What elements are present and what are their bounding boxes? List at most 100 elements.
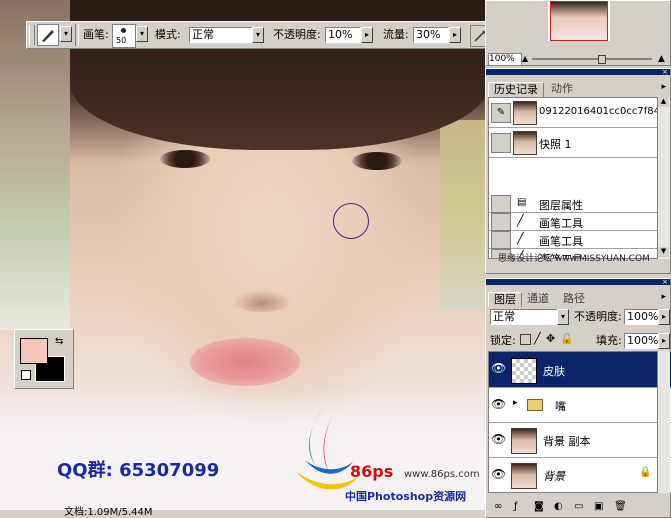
history-snapshot-row[interactable]: ✎ 09122016401cc0cc7f845... bbox=[489, 98, 657, 128]
panel-menu-icon[interactable]: ▸ bbox=[661, 82, 666, 92]
expand-arrow-icon[interactable]: ▸ bbox=[513, 398, 518, 408]
history-panel: × 历史记录 动作 ▸ ✎ 09122016401cc0cc7f845... 快… bbox=[485, 68, 671, 274]
adjustment-layer-icon[interactable]: ◐ bbox=[554, 501, 563, 512]
layer-row-skin[interactable]: 👁 皮肤 bbox=[489, 352, 671, 388]
brush-picker-dropdown[interactable]: ▾ bbox=[136, 26, 148, 42]
fill-input[interactable]: 100% bbox=[624, 333, 660, 349]
panel-menu-icon[interactable]: ▸ bbox=[661, 292, 666, 302]
lock-icon: 🔒 bbox=[639, 467, 652, 478]
history-brush-source-icon[interactable]: ✎ bbox=[491, 103, 511, 123]
opacity-label: 不透明度: bbox=[273, 28, 321, 41]
layer-name: 背景 副本 bbox=[543, 435, 591, 448]
flow-slider-arrow[interactable]: ▸ bbox=[449, 27, 461, 43]
layer-row-background[interactable]: 👁 背景 🔒 bbox=[489, 458, 671, 492]
history-scrollbar[interactable]: ▲ ▼ bbox=[657, 97, 670, 259]
history-source-box[interactable] bbox=[491, 213, 511, 231]
layer-name: 皮肤 bbox=[543, 365, 565, 378]
fill-value: 100% bbox=[627, 334, 659, 347]
layer-mask-icon[interactable]: ◙ bbox=[534, 501, 544, 512]
navigator-view-box[interactable] bbox=[550, 1, 608, 41]
history-state-row[interactable]: ▤ 图层属性 bbox=[489, 195, 657, 213]
close-icon[interactable]: × bbox=[662, 278, 668, 286]
history-brush-source-box[interactable] bbox=[491, 133, 511, 153]
default-colors-icon[interactable] bbox=[21, 370, 31, 380]
swap-colors-icon[interactable]: ⇆ bbox=[55, 336, 63, 347]
blend-mode-select[interactable]: 正常 bbox=[490, 309, 558, 325]
layers-scrollbar[interactable] bbox=[657, 351, 670, 493]
layer-thumbnail bbox=[511, 463, 537, 489]
zoom-in-icon[interactable]: ▲ bbox=[658, 54, 665, 64]
photo-left-eye bbox=[160, 150, 210, 168]
visibility-eye-icon[interactable]: 👁 bbox=[491, 397, 506, 411]
layer-opacity-label: 不透明度: bbox=[574, 310, 622, 323]
layer-style-icon[interactable]: ƒ bbox=[514, 501, 518, 512]
brush-cursor bbox=[333, 203, 369, 239]
layer-opacity-arrow[interactable]: ▸ bbox=[658, 309, 670, 325]
zoom-out-icon[interactable]: ▲ bbox=[522, 54, 528, 63]
opacity-slider-arrow[interactable]: ▸ bbox=[361, 27, 373, 43]
history-source-box[interactable] bbox=[491, 231, 511, 249]
visibility-eye-icon[interactable]: 👁 bbox=[491, 467, 506, 481]
visibility-eye-icon[interactable]: 👁 bbox=[491, 361, 506, 375]
color-swatches: ⇆ bbox=[14, 329, 74, 389]
brush-icon: ╱ bbox=[517, 232, 524, 245]
scroll-up-arrow[interactable]: ▲ bbox=[658, 97, 669, 107]
mode-select[interactable]: 正常 bbox=[189, 27, 255, 43]
flow-input[interactable]: 30% bbox=[413, 27, 449, 43]
layer-opacity-value: 100% bbox=[627, 310, 659, 323]
lock-image-icon[interactable]: ╱ bbox=[534, 332, 541, 345]
navigator-slider-thumb[interactable] bbox=[598, 55, 606, 64]
blend-mode-dropdown-arrow[interactable]: ▾ bbox=[557, 309, 569, 325]
close-icon[interactable]: × bbox=[662, 68, 668, 76]
site-name-text: 中国Photoshop资源网 bbox=[345, 490, 467, 503]
link-layers-icon[interactable]: ∞ bbox=[494, 501, 502, 512]
lock-transparency-icon[interactable] bbox=[520, 334, 531, 345]
tab-layers[interactable]: 图层 bbox=[488, 292, 522, 307]
foreground-color[interactable] bbox=[20, 338, 48, 364]
tab-channels[interactable]: 通道 bbox=[522, 292, 554, 306]
history-state-row[interactable]: ╱ 画笔工具 bbox=[489, 231, 657, 249]
site-logo-text: 86ps bbox=[350, 462, 394, 481]
lock-position-icon[interactable]: ✥ bbox=[546, 332, 555, 345]
delete-layer-icon[interactable]: 🗑 bbox=[614, 501, 627, 512]
history-state-label: 图层属性 bbox=[539, 199, 583, 212]
tool-preset-picker[interactable] bbox=[37, 24, 59, 46]
layer-opacity-input[interactable]: 100% bbox=[624, 309, 660, 325]
navigator-zoom-value: 100% bbox=[489, 54, 515, 64]
layers-titlebar[interactable]: × bbox=[486, 278, 670, 286]
options-bar: ▾ 画笔: 50 ▾ 模式: 正常 ▾ 不透明度: 10% ▸ 流量: 30% … bbox=[26, 21, 493, 49]
navigator-zoom-field[interactable]: 100% bbox=[488, 53, 522, 66]
photo-right-eye bbox=[352, 152, 402, 170]
history-titlebar[interactable]: × bbox=[486, 68, 670, 76]
photo-nose bbox=[232, 290, 292, 312]
new-layer-icon[interactable]: ▣ bbox=[594, 501, 603, 512]
tab-actions[interactable]: 动作 bbox=[546, 82, 578, 96]
separator bbox=[75, 24, 79, 46]
mode-dropdown-arrow[interactable]: ▾ bbox=[252, 27, 264, 43]
tab-history[interactable]: 历史记录 bbox=[488, 82, 544, 97]
tool-preset-dropdown[interactable]: ▾ bbox=[60, 26, 72, 42]
brush-picker[interactable]: 50 bbox=[112, 24, 136, 48]
layers-footer: ∞ ƒ ◙ ◐ ▭ ▣ 🗑 bbox=[492, 501, 668, 515]
scroll-down-arrow[interactable]: ▼ bbox=[658, 247, 669, 257]
options-bar-grip[interactable] bbox=[29, 25, 35, 45]
visibility-eye-icon[interactable]: 👁 bbox=[491, 432, 506, 446]
fill-arrow[interactable]: ▸ bbox=[658, 333, 670, 349]
document-canvas[interactable]: QQ群: 65307099 86ps www.86ps.com 中国Photos… bbox=[0, 0, 485, 510]
layer-name: 背景 bbox=[543, 470, 565, 483]
history-source-box[interactable] bbox=[491, 195, 511, 213]
layer-row-bg-copy[interactable]: 👁 背景 副本 bbox=[489, 423, 671, 458]
snapshot-thumbnail bbox=[513, 101, 537, 125]
layers-panel: × 图层 通道 路径 ▸ 正常 ▾ 不透明度: 100% ▸ 锁定: ╱ ✥ 🔒… bbox=[485, 278, 671, 518]
history-snapshot-row[interactable]: 快照 1 bbox=[489, 128, 657, 158]
opacity-input[interactable]: 10% bbox=[325, 27, 361, 43]
tab-paths[interactable]: 路径 bbox=[558, 292, 590, 306]
lock-all-icon[interactable]: 🔒 bbox=[560, 332, 574, 345]
panel-dock: 100% ▲ ▲ × 历史记录 动作 ▸ ✎ 09122016401cc0cc7… bbox=[485, 0, 671, 518]
history-list: ✎ 09122016401cc0cc7f845... 快照 1 ▤ 图层属性 ╱… bbox=[488, 97, 658, 259]
history-state-row[interactable]: ╱ 画笔工具 bbox=[489, 213, 657, 231]
layer-row-group-mouth[interactable]: 👁 ▸ 嘴 bbox=[489, 388, 671, 423]
navigator-zoom-slider[interactable] bbox=[532, 55, 652, 64]
layer-name: 嘴 bbox=[555, 400, 566, 413]
new-group-icon[interactable]: ▭ bbox=[574, 501, 583, 512]
